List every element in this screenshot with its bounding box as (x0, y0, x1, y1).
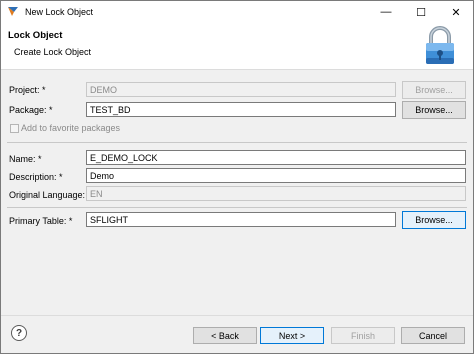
window-title: New Lock Object (25, 7, 94, 17)
app-icon (7, 6, 19, 17)
back-button[interactable]: < Back (193, 327, 257, 344)
wizard-header: Lock Object Create Lock Object (1, 23, 473, 70)
name-field[interactable]: E_DEMO_LOCK (86, 150, 466, 165)
favorite-checkbox[interactable] (10, 124, 19, 133)
favorite-checkbox-label: Add to favorite packages (21, 123, 121, 133)
separator-2 (7, 207, 467, 208)
next-button[interactable]: Next > (260, 327, 324, 344)
primary-table-field[interactable]: SFLIGHT (86, 212, 396, 227)
lock-icon (426, 26, 454, 64)
separator-1 (7, 142, 467, 143)
finish-button[interactable]: Finish (331, 327, 395, 344)
maximize-button[interactable]: ☐ (404, 1, 438, 23)
project-browse-button[interactable]: Browse... (402, 81, 466, 99)
name-label: Name: * (9, 154, 42, 164)
package-label: Package: * (9, 105, 53, 115)
primary-table-label: Primary Table: * (9, 216, 73, 226)
package-field[interactable]: TEST_BD (86, 102, 396, 117)
dialog-window: New Lock Object — ☐ ✕ Lock Object Create… (0, 0, 474, 354)
help-icon[interactable]: ? (11, 325, 27, 341)
cancel-button[interactable]: Cancel (401, 327, 465, 344)
project-field: DEMO (86, 82, 396, 97)
page-title: Lock Object (8, 30, 63, 41)
description-label: Description: * (9, 172, 63, 182)
minimize-button[interactable]: — (369, 1, 403, 23)
original-language-label: Original Language: (9, 190, 86, 200)
title-bar: New Lock Object — ☐ ✕ (1, 1, 473, 23)
package-browse-button[interactable]: Browse... (402, 101, 466, 119)
project-label: Project: * (9, 85, 46, 95)
footer-separator (1, 315, 473, 316)
form-area: Project: * DEMO Browse... Package: * TES… (1, 71, 473, 311)
close-button[interactable]: ✕ (439, 1, 473, 23)
description-field[interactable]: Demo (86, 168, 466, 183)
page-subtitle: Create Lock Object (14, 47, 92, 57)
original-language-field: EN (86, 186, 466, 201)
primary-table-browse-button[interactable]: Browse... (402, 211, 466, 229)
